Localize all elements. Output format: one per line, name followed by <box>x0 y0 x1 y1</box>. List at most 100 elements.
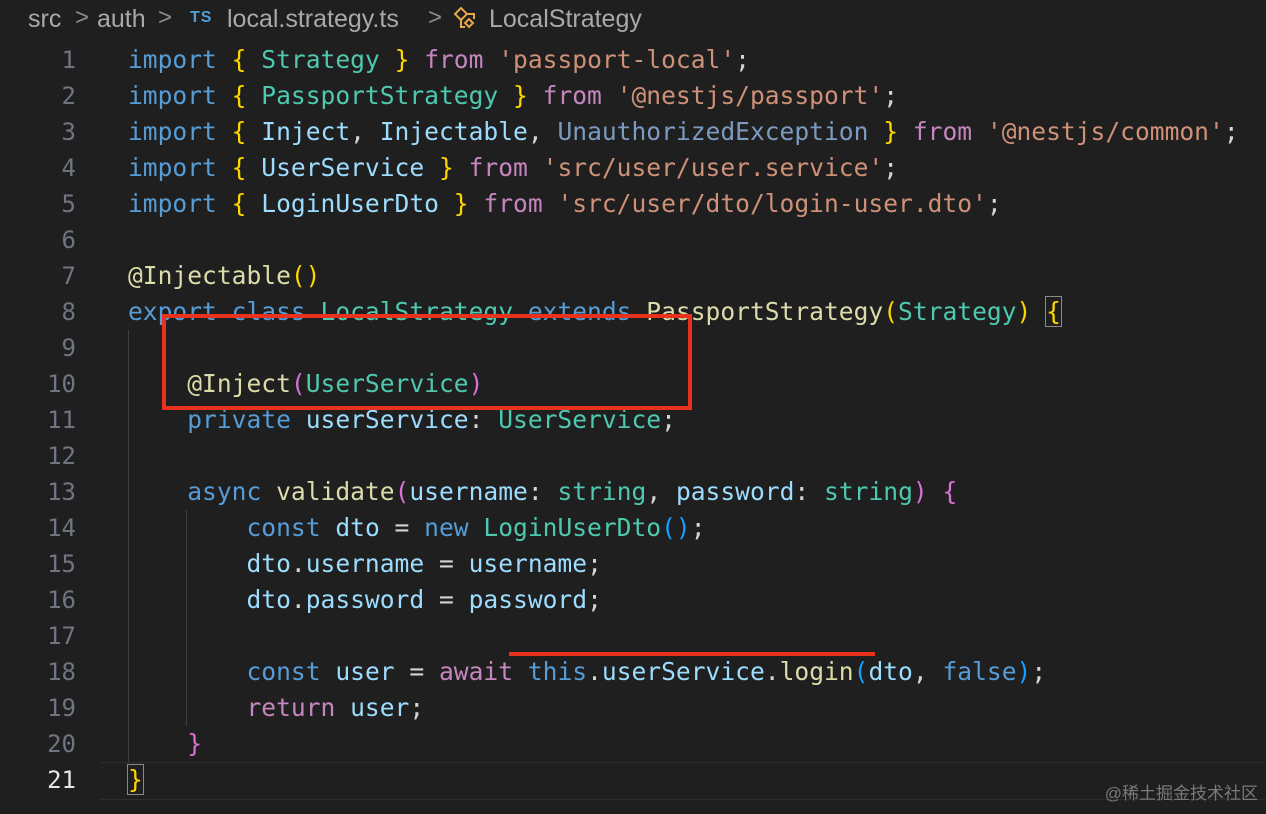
code-line[interactable]: 3 import { Inject, Injectable, Unauthoriz… <box>0 114 1266 150</box>
code-line[interactable]: 15 dto.username = username; <box>0 546 1266 582</box>
annotation-underline <box>509 652 875 656</box>
code-line[interactable]: 20 } <box>0 726 1266 762</box>
code-text: import { LoginUserDto } from 'src/user/d… <box>128 186 1002 222</box>
code-line[interactable]: 14 const dto = new LoginUserDto(); <box>0 510 1266 546</box>
code-token: . <box>764 657 780 686</box>
code-token: { <box>231 117 247 146</box>
code-text: import { UserService } from 'src/user/us… <box>128 150 898 186</box>
line-number: 6 <box>61 226 76 254</box>
code-token: Injectable <box>379 117 528 146</box>
code-token: login <box>779 657 854 686</box>
code-token: } <box>513 81 528 110</box>
code-token: 'src/user/user.service' <box>542 153 884 182</box>
code-token: { <box>231 153 247 182</box>
breadcrumb-item-src[interactable]: src <box>28 5 61 34</box>
code-token: . <box>290 585 306 614</box>
code-token: UserService <box>261 153 425 182</box>
breadcrumb-item-auth[interactable]: auth <box>97 5 146 34</box>
code-token: = <box>394 657 439 686</box>
code-line[interactable]: 12 <box>0 438 1266 474</box>
class-symbol-icon <box>453 6 475 29</box>
code-token: : <box>794 477 825 506</box>
code-line[interactable]: 19 return user; <box>0 690 1266 726</box>
code-token: import <box>128 45 217 74</box>
code-token: ; <box>883 81 899 110</box>
code-token: ; <box>986 189 1002 218</box>
line-number: 12 <box>47 442 76 470</box>
code-token: '@nestjs/passport' <box>616 81 884 110</box>
code-line[interactable]: 7 @Injectable() <box>0 258 1266 294</box>
code-line[interactable]: 18 const user = await this.userService.l… <box>0 654 1266 690</box>
line-number: 19 <box>47 694 76 722</box>
line-number: 14 <box>47 514 76 542</box>
code-token: import <box>128 117 217 146</box>
code-token: @Injectable <box>128 261 291 290</box>
line-number: 1 <box>61 46 76 74</box>
code-token: dto <box>335 513 380 542</box>
line-number: 8 <box>61 298 76 326</box>
code-token: , <box>646 477 676 506</box>
code-line[interactable]: 6 <box>0 222 1266 258</box>
code-token: { <box>231 45 247 74</box>
code-token: const <box>246 657 321 686</box>
code-token: userService <box>601 657 765 686</box>
code-token: username <box>468 549 588 578</box>
code-token: { <box>942 477 958 506</box>
code-token: username <box>409 477 528 506</box>
code-token: const <box>246 513 321 542</box>
code-text: import { Strategy } from 'passport-local… <box>128 42 750 78</box>
watermark: @稀土掘金技术社区 <box>1104 784 1258 803</box>
line-number: 9 <box>61 334 76 362</box>
code-token: ) <box>1016 657 1032 686</box>
line-number: 11 <box>47 406 76 434</box>
code-token: ; <box>883 153 899 182</box>
code-token: } <box>394 45 410 74</box>
code-token: string <box>557 477 647 506</box>
breadcrumb-item-symbol[interactable]: LocalStrategy <box>489 5 642 34</box>
code-line[interactable]: 5 import { LoginUserDto } from 'src/user/… <box>0 186 1266 222</box>
line-number: 3 <box>61 118 76 146</box>
code-token: { <box>231 81 247 110</box>
chevron-right-icon: > <box>428 4 443 31</box>
typescript-file-icon: TS <box>190 9 213 26</box>
code-line[interactable]: 17 <box>0 618 1266 654</box>
code-line[interactable]: 13 async validate(username: string, pass… <box>0 474 1266 510</box>
line-number: 17 <box>47 622 76 650</box>
code-editor[interactable]: 1 import { Strategy } from 'passport-loca… <box>0 42 1266 814</box>
code-line[interactable]: 1 import { Strategy } from 'passport-loca… <box>0 42 1266 78</box>
code-token: . <box>587 657 602 686</box>
code-token: , <box>350 117 380 146</box>
code-token: , <box>527 117 558 146</box>
code-token: LoginUserDto <box>261 189 439 218</box>
code-line[interactable]: 16 dto.password = password; <box>0 582 1266 618</box>
code-line[interactable]: 21} <box>0 762 1266 798</box>
code-token: : <box>527 477 558 506</box>
code-line[interactable]: 2 import { PassportStrategy } from '@nest… <box>0 78 1266 114</box>
breadcrumb-item-file[interactable]: local.strategy.ts <box>227 5 399 34</box>
code-line[interactable]: 4 import { UserService } from 'src/user/u… <box>0 150 1266 186</box>
